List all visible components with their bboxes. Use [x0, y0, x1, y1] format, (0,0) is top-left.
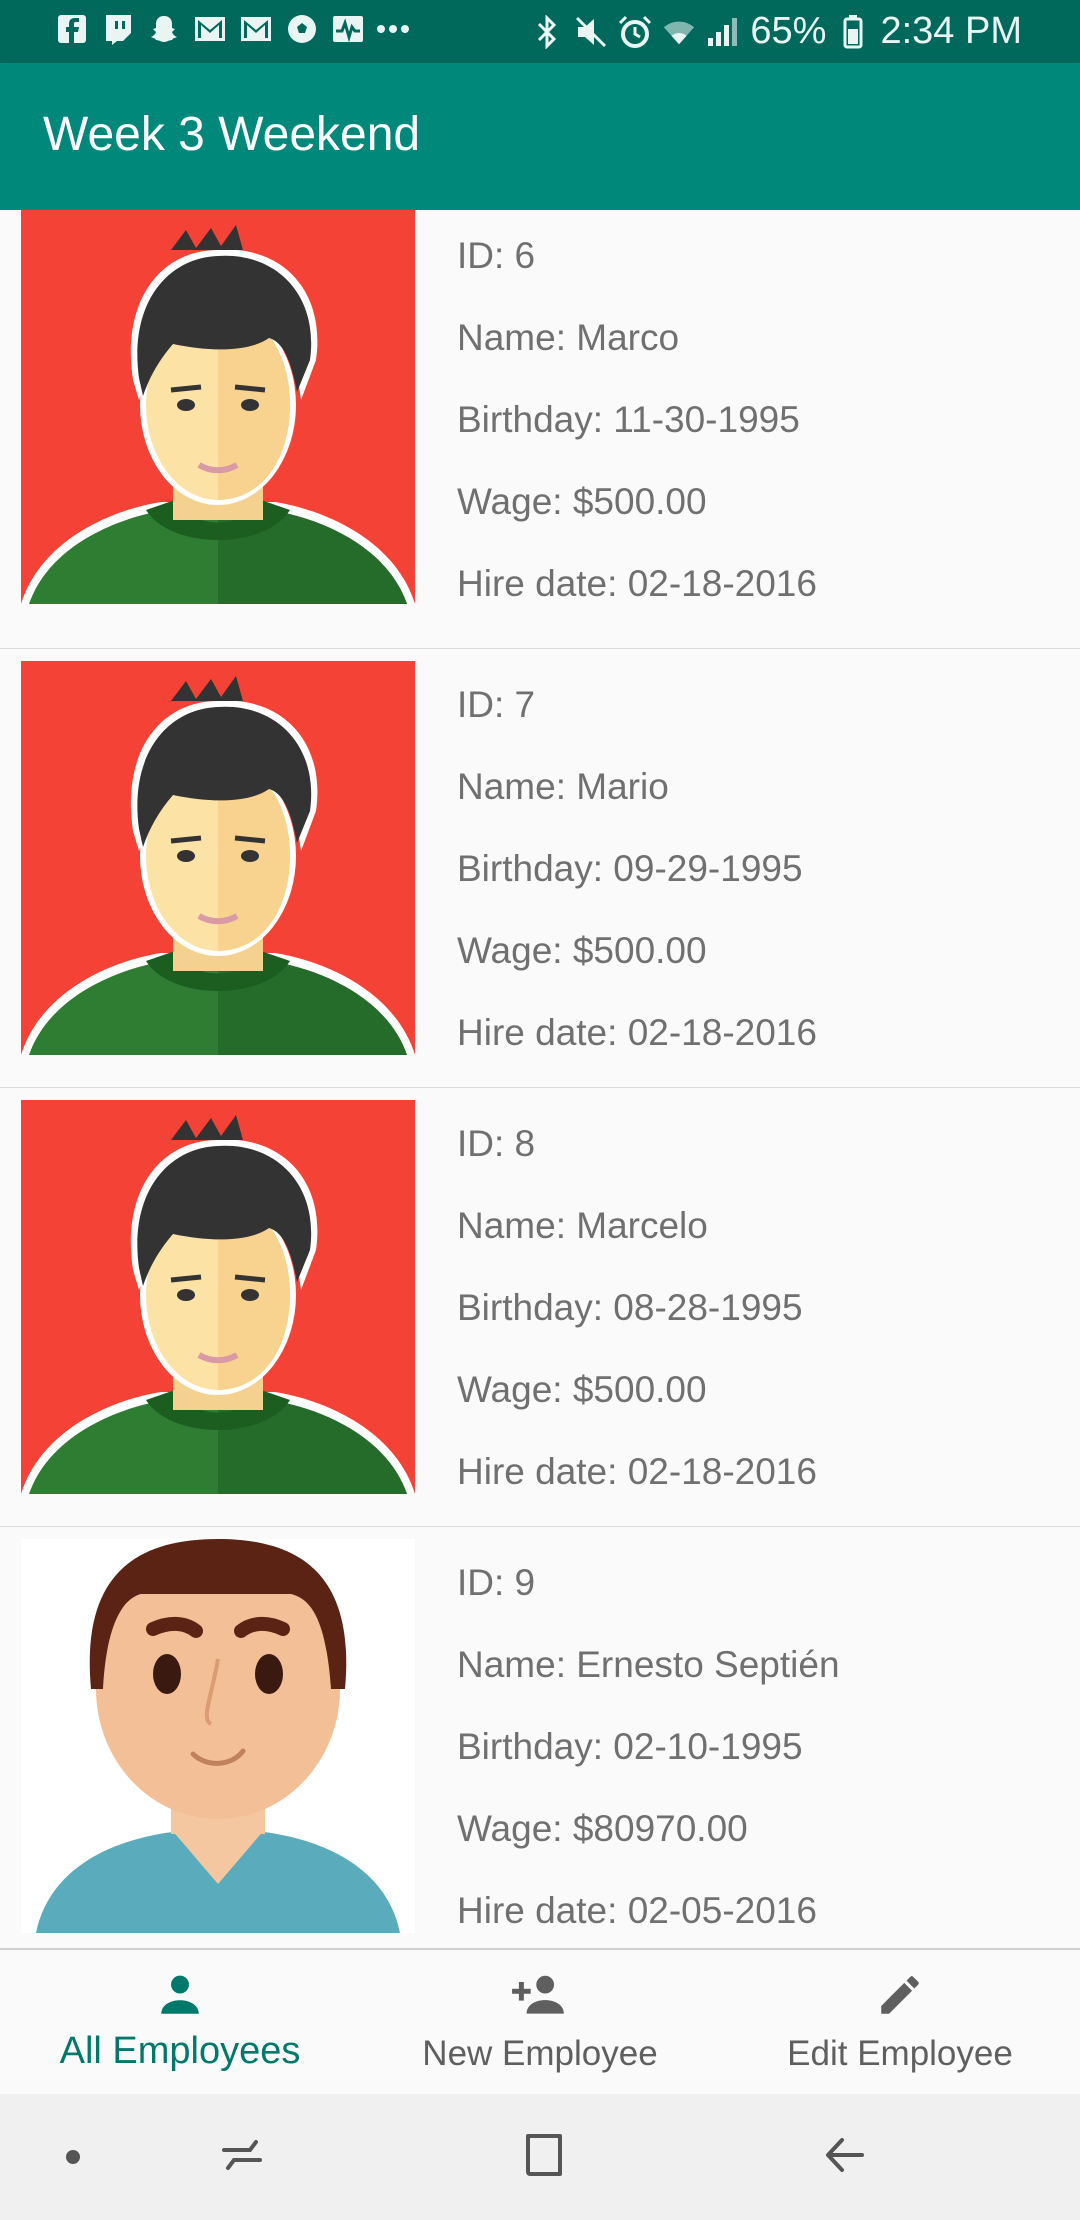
more-notifications-icon — [376, 12, 412, 46]
employee-name: Name: Marcelo — [457, 1205, 708, 1246]
system-status: 65% 2:34 PM — [530, 10, 1022, 53]
employee-row[interactable]: ID: 9 Name: Ernesto Septién Birthday: 02… — [0, 1527, 1080, 1948]
person-add-icon — [510, 1970, 570, 2025]
employee-wage: Wage: $500.00 — [457, 930, 707, 971]
employee-row[interactable]: ID: 8 Name: Marcelo Birthday: 08-28-1995… — [0, 1088, 1080, 1529]
employee-birthday: Birthday: 09-29-1995 — [457, 848, 803, 889]
employee-wage: Wage: $500.00 — [457, 481, 707, 522]
employee-avatar — [21, 210, 415, 604]
bottom-navigation: All Employees New Employee Edit Employee — [0, 1948, 1080, 2096]
snapchat-icon — [146, 12, 182, 46]
employee-name: Name: Ernesto Septién — [457, 1644, 840, 1685]
employee-list[interactable]: ID: 6 Name: Marco Birthday: 11-30-1995 W… — [0, 210, 1080, 1948]
employee-row[interactable]: ID: 7 Name: Mario Birthday: 09-29-1995 W… — [0, 649, 1080, 1090]
gmail-icon — [192, 12, 228, 46]
employee-info: ID: 6 Name: Marco Birthday: 11-30-1995 W… — [457, 232, 817, 642]
nav-edit-employee[interactable]: Edit Employee — [720, 1950, 1080, 2096]
pencil-icon — [875, 1970, 925, 2025]
system-navigation-bar — [0, 2094, 1080, 2220]
dot-icon[interactable] — [64, 2148, 82, 2171]
employee-name: Name: Mario — [457, 766, 669, 807]
alarm-icon — [618, 12, 652, 52]
employee-wage: Wage: $80970.00 — [457, 1808, 748, 1849]
employee-row[interactable]: ID: 6 Name: Marco Birthday: 11-30-1995 W… — [0, 210, 1080, 651]
nav-label: New Employee — [422, 2034, 658, 2073]
employee-wage: Wage: $500.00 — [457, 1369, 707, 1410]
nav-label: Edit Employee — [787, 2034, 1013, 2073]
employee-info: ID: 8 Name: Marcelo Birthday: 08-28-1995… — [457, 1120, 817, 1530]
battery-icon — [836, 12, 870, 52]
employee-avatar — [21, 1100, 415, 1494]
person-icon — [155, 1970, 205, 2025]
app-title: Week 3 Weekend — [43, 108, 421, 161]
mute-icon — [574, 12, 608, 52]
employee-id: ID: 7 — [457, 684, 536, 725]
employee-id: ID: 9 — [457, 1562, 536, 1603]
nav-all-employees[interactable]: All Employees — [0, 1950, 360, 2096]
signal-icon — [706, 12, 740, 52]
employee-info: ID: 9 Name: Ernesto Septién Birthday: 02… — [457, 1559, 840, 1948]
employee-name: Name: Marco — [457, 317, 680, 358]
employee-id: ID: 8 — [457, 1123, 536, 1164]
employee-info: ID: 7 Name: Mario Birthday: 09-29-1995 W… — [457, 681, 817, 1091]
status-bar: 65% 2:34 PM — [0, 0, 1080, 63]
employee-avatar — [21, 661, 415, 1055]
gmail-icon — [238, 12, 274, 46]
employee-hire-date: Hire date: 02-05-2016 — [457, 1890, 817, 1931]
recent-apps-icon[interactable] — [218, 2130, 268, 2185]
soccer-ball-icon — [284, 12, 320, 46]
nav-label: All Employees — [59, 2030, 301, 2072]
back-icon[interactable] — [822, 2130, 872, 2185]
employee-hire-date: Hire date: 02-18-2016 — [457, 1451, 817, 1492]
employee-birthday: Birthday: 02-10-1995 — [457, 1726, 803, 1767]
facebook-icon — [54, 12, 90, 46]
home-icon[interactable] — [518, 2130, 568, 2185]
employee-avatar — [21, 1539, 415, 1933]
employee-birthday: Birthday: 11-30-1995 — [457, 399, 800, 440]
notification-icons — [54, 12, 412, 46]
app-bar: Week 3 Weekend — [0, 63, 1080, 210]
wifi-icon — [662, 12, 696, 52]
activity-icon — [330, 12, 366, 46]
battery-percent: 65% — [750, 10, 827, 52]
employee-hire-date: Hire date: 02-18-2016 — [457, 563, 817, 604]
clock: 2:34 PM — [880, 10, 1022, 52]
employee-hire-date: Hire date: 02-18-2016 — [457, 1012, 817, 1053]
employee-id: ID: 6 — [457, 235, 536, 276]
bluetooth-icon — [530, 12, 564, 52]
employee-birthday: Birthday: 08-28-1995 — [457, 1287, 803, 1328]
nav-new-employee[interactable]: New Employee — [360, 1950, 720, 2096]
twitch-icon — [100, 12, 136, 46]
